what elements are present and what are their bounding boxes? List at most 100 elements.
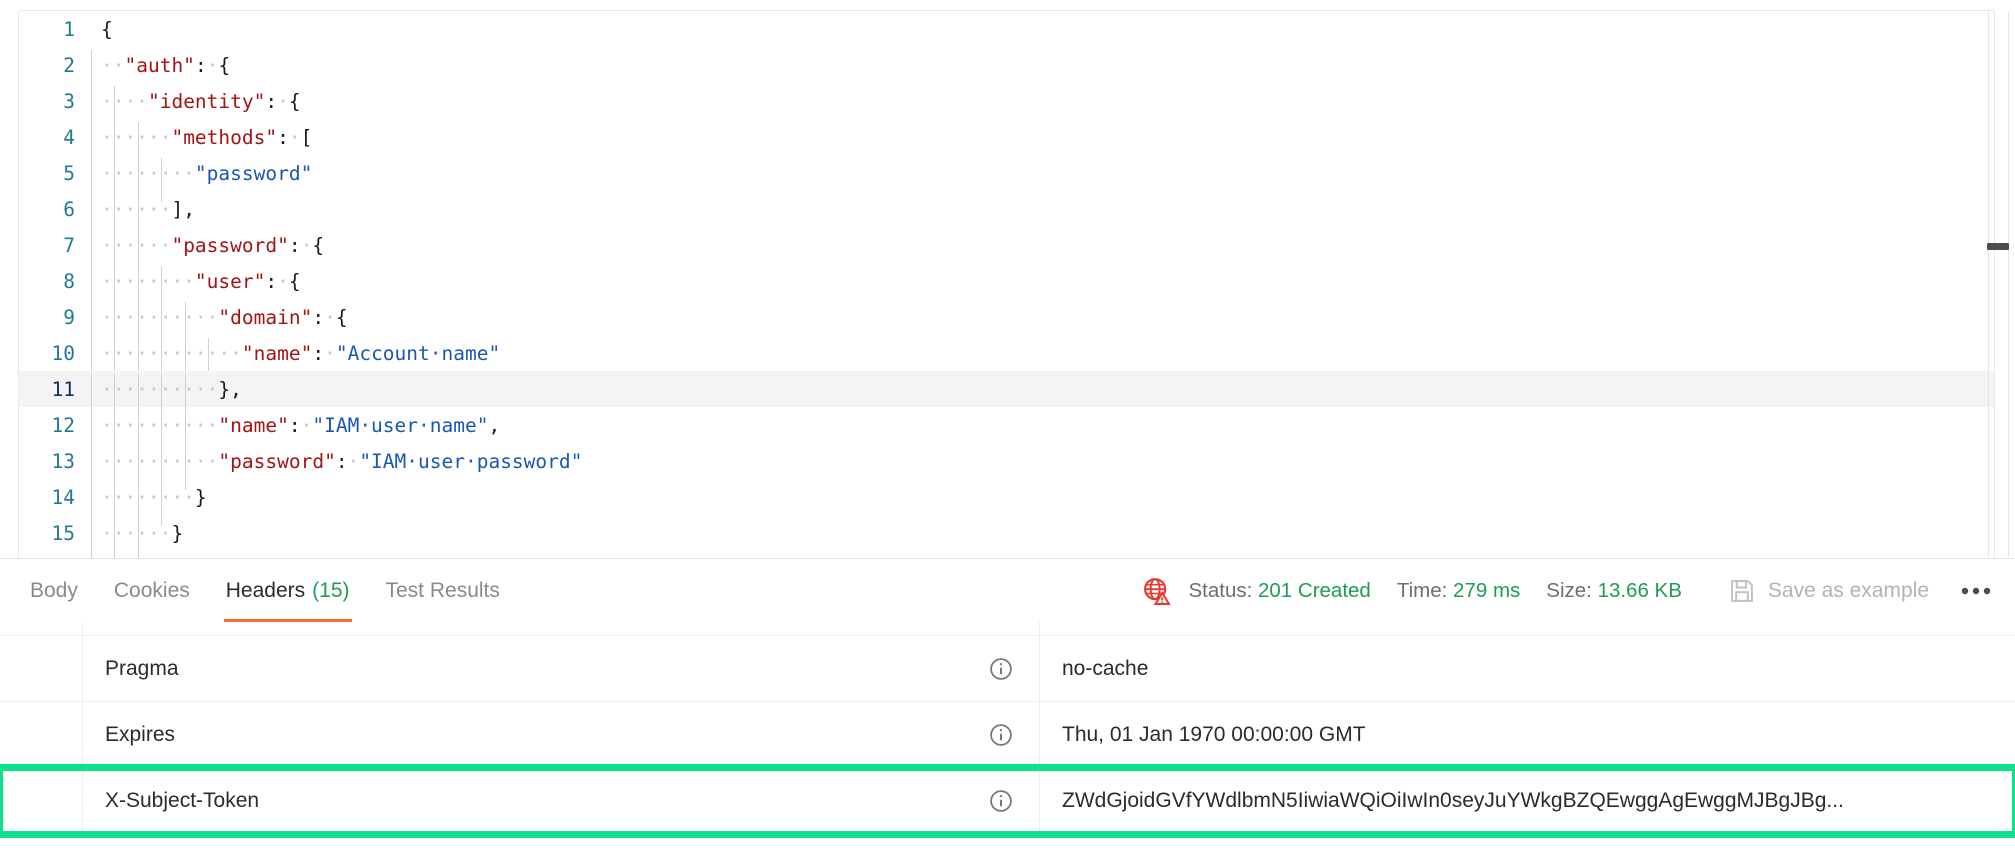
code-token: : [335, 449, 348, 473]
code-content[interactable]: ······], [91, 193, 1994, 238]
editor-surface[interactable]: 1{ 2 ··"auth":·{ 3 ····"identity":·{4 ······"… [18, 10, 1995, 558]
response-status-group: Status: 201 Created Time: 279 ms Size: 1… [1142, 576, 2015, 606]
line-number: 2 [63, 53, 75, 77]
table-row[interactable]: Expires Thu, 01 Jan 1970 00:00:00 GMT [0, 702, 2015, 768]
header-row-list[interactable]: Pragma no-cache Expires Thu, 01 Jan 1970 00… [0, 636, 2015, 838]
time-value: 279 ms [1453, 578, 1521, 602]
code-line[interactable]: 4 ······"methods":·[ [19, 119, 1994, 166]
code-line[interactable]: 3 ····"identity":·{ [19, 83, 1994, 130]
code-token: "password" [171, 233, 289, 257]
header-key: Expires [105, 722, 176, 746]
tab-headers[interactable]: Headers (15) [208, 559, 368, 623]
globe-warning-icon[interactable] [1142, 576, 1172, 606]
header-key: Pragma [105, 656, 179, 680]
tab-count: (15) [312, 578, 350, 602]
key-cell [83, 622, 1040, 635]
line-number: 8 [63, 269, 75, 293]
code-token: ······ [101, 521, 172, 545]
code-token: ], [171, 197, 195, 221]
code-token: ·········· [101, 377, 219, 401]
code-content[interactable]: ········"user":·{ [91, 265, 1994, 310]
code-token: ·········· [101, 449, 219, 473]
response-tabs[interactable]: Body Cookies Headers (15) Test Results [0, 559, 518, 623]
save-as-example-label: Save as example [1767, 578, 1929, 602]
line-number: 9 [63, 305, 75, 329]
code-token: "methods" [171, 125, 278, 149]
response-headers-table[interactable]: Pragma no-cache Expires Thu, 01 Jan 1970 00… [0, 622, 2015, 860]
code-token: { [288, 269, 301, 293]
code-content[interactable]: ··········"name":·"IAM·user·name", [91, 409, 1994, 454]
code-token: : [277, 125, 289, 149]
time-stat: Time: 279 ms [1397, 579, 1520, 603]
editor-scroll-rail [1988, 11, 1989, 557]
line-number: 5 [63, 161, 75, 185]
code-content[interactable]: ··"auth":·{ [91, 49, 1994, 94]
code-content[interactable]: ············"name":·"Account·name" [91, 337, 1994, 382]
code-token: · [347, 449, 360, 473]
line-number: 10 [51, 341, 75, 365]
header-value: Thu, 01 Jan 1970 00:00:00 GMT [1062, 722, 1366, 746]
code-content[interactable]: ··········"domain":·{ [91, 301, 1994, 346]
table-row[interactable]: Pragma no-cache [0, 636, 2015, 702]
code-line[interactable]: 10 ············"name":·"Account·name" [19, 335, 1994, 382]
code-line[interactable]: 8 ········"user":·{ [19, 263, 1994, 310]
code-token: "Account·name" [335, 341, 501, 365]
code-line[interactable]: 12 ··········"name":·"IAM·user·name", [19, 407, 1994, 454]
info-circle-icon[interactable] [987, 787, 1015, 815]
code-line[interactable]: 14 ········} [19, 479, 1994, 526]
line-number: 11 [51, 377, 75, 401]
code-token: , [488, 413, 501, 437]
code-line[interactable]: 1{ [19, 11, 1994, 47]
code-token: "password" [218, 449, 336, 473]
row-gutter [0, 636, 83, 701]
more-options-button[interactable] [1959, 585, 1993, 597]
code-line[interactable]: 7 ······"password":·{ [19, 227, 1994, 274]
code-content[interactable]: ······"password":·{ [91, 229, 1994, 274]
editor-scrollbar-thumb[interactable] [1987, 243, 2009, 250]
response-body-editor[interactable]: 1{ 2 ··"auth":·{ 3 ····"identity":·{4 ······"… [0, 0, 2015, 558]
table-row[interactable]: X-Subject-Token ZWdGjoidGVfYWdlbmN5IiwiaW… [0, 764, 2015, 838]
header-key-cell: Expires [83, 702, 1040, 767]
code-content[interactable]: ······} [91, 517, 1994, 558]
line-number: 3 [63, 89, 75, 113]
tab-label: Test Results [385, 578, 500, 602]
code-token: : [194, 53, 207, 77]
code-content[interactable]: { [91, 18, 1994, 41]
value-cell [1040, 622, 2015, 635]
code-content[interactable]: ········"password" [91, 157, 1994, 202]
code-token: "IAM·user·password" [359, 449, 583, 473]
code-token: · [324, 341, 336, 365]
code-token: { [218, 53, 231, 77]
code-line-list[interactable]: 1{ 2 ··"auth":·{ 3 ····"identity":·{4 ······"… [19, 11, 1994, 558]
code-content[interactable]: ········} [91, 481, 1994, 526]
save-floppy-icon [1728, 577, 1756, 605]
info-circle-icon[interactable] [987, 721, 1015, 749]
save-as-example-button[interactable]: Save as example [1728, 577, 1929, 605]
code-token: : [265, 89, 278, 113]
code-token: ···· [101, 89, 148, 113]
code-token: ······ [101, 233, 172, 257]
code-token: } [194, 485, 207, 509]
code-token: : [312, 305, 325, 329]
code-content[interactable]: ··········"password":·"IAM·user·password… [91, 445, 1994, 490]
line-number: 7 [63, 233, 75, 257]
code-line[interactable]: 6 ······], [19, 191, 1994, 238]
tab-cookies[interactable]: Cookies [96, 559, 208, 623]
tab-test-results[interactable]: Test Results [368, 559, 518, 623]
code-content[interactable]: ··········}, [91, 373, 1994, 418]
info-circle-icon[interactable] [987, 655, 1015, 683]
tab-body[interactable]: Body [12, 559, 96, 623]
row-gutter [0, 768, 83, 833]
code-line[interactable]: 13 ··········"password":·"IAM·user·passwo… [19, 443, 1994, 490]
code-content[interactable]: ······"methods":·[ [91, 121, 1994, 166]
code-line[interactable]: 11 ··········}, [19, 371, 1994, 418]
code-line[interactable]: 15 ······} [19, 515, 1994, 558]
code-line[interactable]: 5 ········"password" [19, 155, 1994, 202]
code-token: · [277, 269, 289, 293]
row-gutter [0, 702, 83, 767]
code-content[interactable]: ····"identity":·{ [91, 85, 1994, 130]
code-line[interactable]: 2 ··"auth":·{ [19, 47, 1994, 94]
code-token: "domain" [218, 305, 313, 329]
code-token: { [335, 305, 348, 329]
code-line[interactable]: 9 ··········"domain":·{ [19, 299, 1994, 346]
